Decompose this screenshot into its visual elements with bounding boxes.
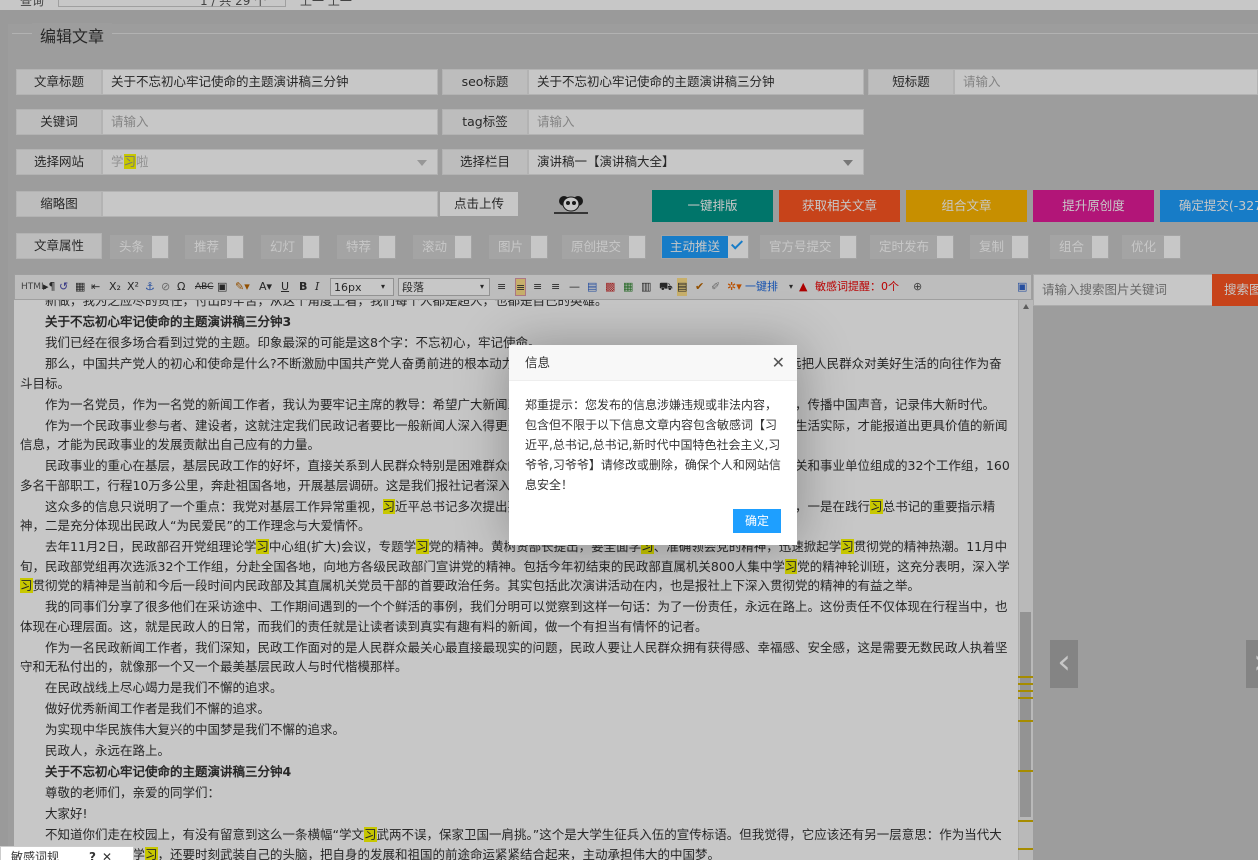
info-dialog: 信息 ✕ 郑重提示：您发布的信息涉嫌违规或非法内容，包含但不限于以下信息文章内容… (509, 345, 797, 545)
sensitive-tab-label: 敏感词规 (11, 850, 60, 860)
close-icon[interactable]: ✕ (772, 353, 785, 373)
dialog-title: 信息 (509, 345, 797, 381)
confirm-button[interactable]: 确定 (732, 509, 781, 533)
help-icon[interactable]: ? (89, 850, 96, 860)
sensitive-words-tab[interactable]: 敏感词规? ✕ (0, 846, 134, 860)
dialog-message: 郑重提示：您发布的信息涉嫌违规或非法内容，包含但不限于以下信息文章内容包含敏感词… (525, 398, 781, 492)
close-icon[interactable]: ✕ (102, 850, 112, 860)
